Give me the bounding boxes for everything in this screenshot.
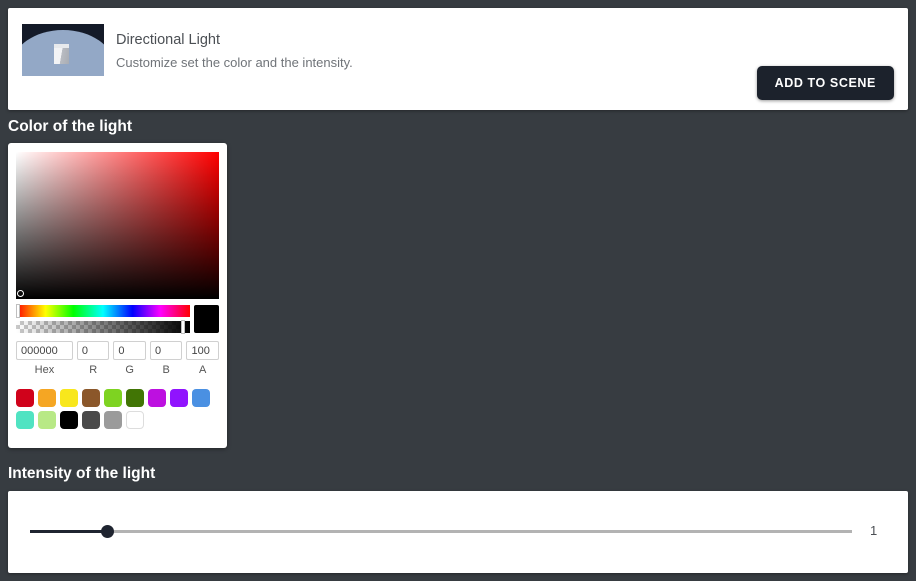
- page-title: Directional Light: [116, 32, 220, 48]
- swatch-dark-green[interactable]: [126, 389, 144, 407]
- hex-field-group: Hex: [16, 341, 73, 376]
- swatch-purple[interactable]: [170, 389, 188, 407]
- intensity-value-label: 1: [870, 523, 878, 538]
- swatch-black[interactable]: [60, 411, 78, 429]
- intensity-slider[interactable]: [30, 521, 852, 541]
- green-input[interactable]: [113, 341, 146, 360]
- blue-input-label: B: [162, 364, 170, 376]
- intensity-section-label: Intensity of the light: [8, 465, 156, 482]
- header-text-block: Directional Light Customize set the colo…: [116, 30, 756, 72]
- blue-input[interactable]: [149, 341, 183, 360]
- swatch-gray[interactable]: [104, 411, 122, 429]
- swatch-yellow[interactable]: [60, 389, 78, 407]
- blue-field-group: B: [149, 341, 183, 376]
- intensity-panel: 1: [8, 491, 908, 573]
- color-sliders-group: [16, 304, 190, 335]
- alpha-slider[interactable]: [16, 320, 190, 334]
- green-input-label: G: [125, 364, 134, 376]
- light-header-card: Directional Light Customize set the colo…: [8, 8, 908, 110]
- swatch-turquoise[interactable]: [16, 411, 34, 429]
- swatch-blue[interactable]: [192, 389, 210, 407]
- hue-slider[interactable]: [16, 304, 190, 318]
- thumbnail-cube: [54, 46, 70, 64]
- hex-input-label: Hex: [34, 364, 55, 376]
- color-section-label: Color of the light: [8, 118, 132, 135]
- red-input[interactable]: [76, 341, 110, 360]
- alpha-input[interactable]: [186, 341, 219, 360]
- swatch-orange[interactable]: [38, 389, 56, 407]
- swatch-brown[interactable]: [82, 389, 100, 407]
- red-field-group: R: [76, 341, 110, 376]
- swatch-white[interactable]: [126, 411, 144, 429]
- color-value-inputs: Hex R G B A: [16, 341, 219, 376]
- swatch-lime-green[interactable]: [104, 389, 122, 407]
- red-input-label: R: [89, 364, 98, 376]
- add-to-scene-button[interactable]: ADD TO SCENE: [756, 66, 894, 100]
- swatch-crimson[interactable]: [16, 389, 34, 407]
- swatch-magenta[interactable]: [148, 389, 166, 407]
- hex-input[interactable]: [16, 341, 73, 360]
- intensity-track-fill: [30, 530, 108, 533]
- intensity-track-background: [30, 530, 852, 533]
- alpha-slider-handle[interactable]: [181, 320, 185, 334]
- directional-light-thumbnail: [22, 24, 104, 76]
- green-field-group: G: [113, 341, 146, 376]
- thumbnail-cube-top-face: [54, 43, 70, 48]
- color-swatch-palette: [16, 389, 219, 429]
- color-preview-swatch: [194, 305, 219, 333]
- swatch-light-green[interactable]: [38, 411, 56, 429]
- hue-slider-handle[interactable]: [16, 304, 20, 318]
- saturation-value-area[interactable]: [16, 152, 219, 299]
- saturation-value-cursor[interactable]: [17, 290, 24, 297]
- page-subtitle: Customize set the color and the intensit…: [116, 55, 353, 70]
- color-picker-panel: Hex R G B A: [8, 143, 227, 448]
- color-slider-row: [16, 304, 219, 335]
- swatch-dark-gray[interactable]: [82, 411, 100, 429]
- intensity-slider-thumb[interactable]: [101, 525, 115, 538]
- alpha-input-label: A: [199, 364, 207, 376]
- alpha-field-group: A: [186, 341, 219, 376]
